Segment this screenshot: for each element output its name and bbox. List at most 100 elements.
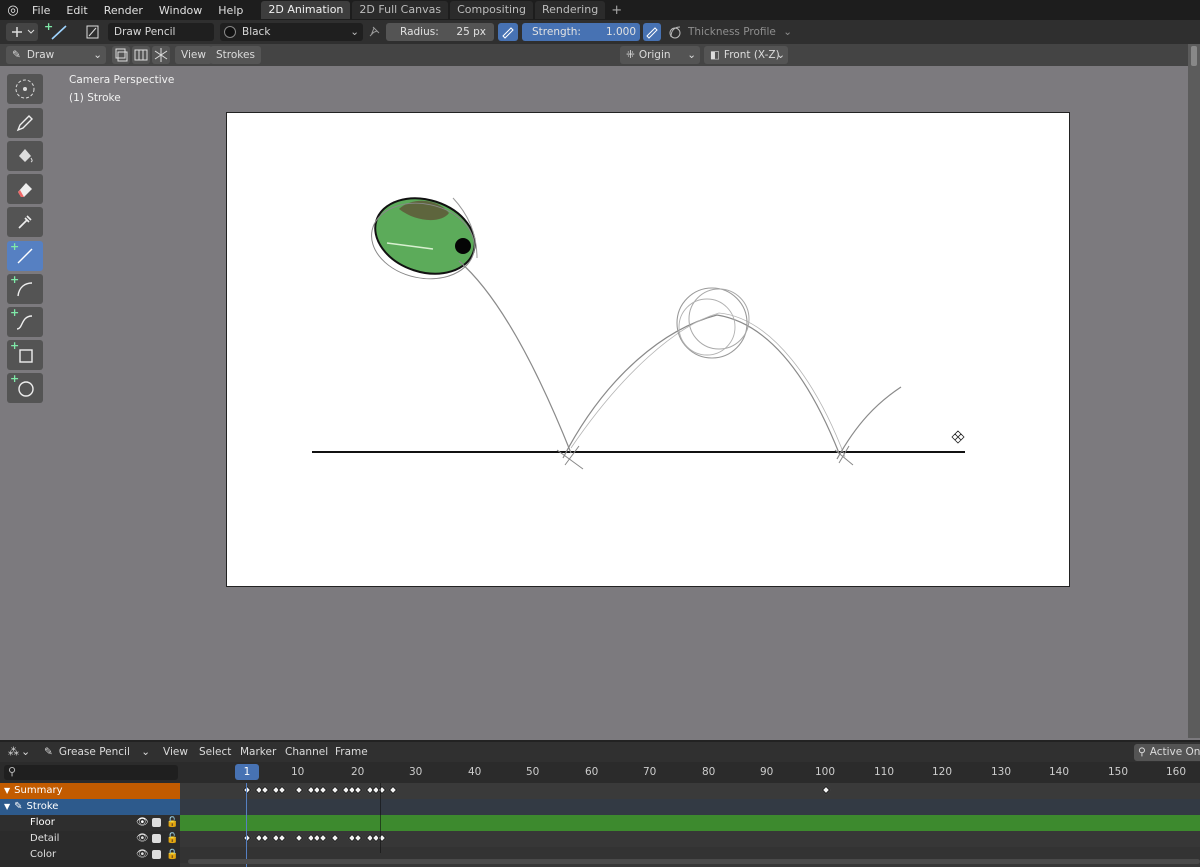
ds-menu-frame[interactable]: Frame: [335, 746, 368, 758]
keyframe[interactable]: [330, 833, 340, 843]
editor-type-selector[interactable]: ⁂ ⌄: [8, 745, 34, 761]
thickness-profile-menu[interactable]: Thickness Profile ⌄: [688, 23, 792, 41]
tab-2d-full-canvas[interactable]: 2D Full Canvas: [352, 1, 449, 19]
brush-name-field[interactable]: Draw Pencil: [108, 23, 214, 41]
keyframe[interactable]: [242, 785, 252, 795]
channel-layer-color[interactable]: Color 👁 🔒: [0, 847, 180, 863]
checkbox-icon[interactable]: [152, 850, 161, 859]
strength-value: 1.000: [605, 26, 636, 38]
tool-selector-button[interactable]: [6, 23, 38, 41]
unlock-icon[interactable]: 🔓: [166, 831, 178, 847]
channel-search-input[interactable]: ⚲: [4, 765, 178, 780]
tool-box[interactable]: +: [7, 339, 43, 370]
menu-file[interactable]: File: [24, 4, 58, 17]
keyframe[interactable]: [277, 833, 287, 843]
mode-selector[interactable]: ✎ Draw ⌄: [6, 46, 106, 64]
menu-render[interactable]: Render: [96, 4, 151, 17]
unlock-icon[interactable]: 🔓: [166, 815, 178, 831]
camera-frame-canvas[interactable]: [226, 112, 1070, 587]
menu-help[interactable]: Help: [210, 4, 251, 17]
channel-layer-detail[interactable]: Detail 👁 🔓: [0, 831, 180, 847]
keyframe[interactable]: [260, 785, 270, 795]
checkbox-icon[interactable]: [152, 834, 161, 843]
keyframe[interactable]: [318, 785, 328, 795]
view-menu[interactable]: View: [175, 46, 212, 64]
pressure-icon: [502, 27, 514, 39]
tool-select-box[interactable]: [7, 74, 43, 104]
viewport-side-scrollbar[interactable]: [1188, 44, 1200, 738]
current-frame-indicator[interactable]: 1: [235, 764, 259, 780]
blender-logo-icon[interactable]: ◎: [2, 3, 24, 18]
keyframe[interactable]: [821, 785, 831, 795]
ds-menu-marker[interactable]: Marker: [240, 746, 276, 758]
tool-arc[interactable]: +: [7, 273, 43, 304]
snap-toggle[interactable]: [152, 46, 170, 64]
scrollbar-thumb[interactable]: [1191, 46, 1197, 66]
tab-compositing[interactable]: Compositing: [450, 1, 534, 19]
tab-rendering[interactable]: Rendering: [535, 1, 606, 19]
search-icon: ⚲: [8, 765, 17, 778]
timeline-horizontal-scrollbar[interactable]: [188, 859, 1200, 864]
mode-grease-pencil-selector[interactable]: ✎ Grease Pencil ⌄: [40, 744, 152, 761]
timeline-ruler[interactable]: ⚲ 1 10 20 30 40 50 60 70 80 90 100 110 1…: [0, 762, 1200, 783]
eye-icon[interactable]: 👁: [136, 831, 149, 847]
eyedropper-icon: [18, 215, 32, 229]
channel-summary[interactable]: ▼ Summary: [0, 783, 180, 799]
ruler-tick-100: 100: [815, 766, 836, 778]
keyframe[interactable]: [294, 785, 304, 795]
checkbox-icon[interactable]: [152, 818, 161, 827]
tool-curve[interactable]: +: [7, 306, 43, 337]
plus-icon: +: [10, 306, 20, 319]
tab-2d-animation[interactable]: 2D Animation: [261, 1, 351, 19]
autolock-toggle[interactable]: [132, 46, 150, 64]
ds-menu-select[interactable]: Select: [199, 746, 231, 758]
keyframe[interactable]: [277, 785, 287, 795]
strokes-menu[interactable]: Strokes: [210, 46, 261, 64]
strength-slider[interactable]: Strength: 1.000: [522, 23, 640, 41]
eye-icon[interactable]: 👁: [136, 847, 149, 863]
tool-line[interactable]: +: [7, 240, 43, 271]
layer-label: Detail: [30, 833, 60, 844]
camera-perspective-label: Camera Perspective: [69, 74, 175, 86]
ruler-tick-50: 50: [526, 766, 540, 778]
tool-erase[interactable]: [7, 174, 43, 204]
ds-menu-channel[interactable]: Channel: [285, 746, 328, 758]
object-label: Stroke: [26, 801, 59, 812]
strength-pressure-toggle[interactable]: [643, 23, 661, 41]
radius-pressure-toggle[interactable]: [498, 23, 518, 41]
keyframe[interactable]: [388, 785, 398, 795]
origin-selector[interactable]: ⁜ Origin ⌄: [620, 46, 700, 64]
add-workspace-button[interactable]: +: [611, 3, 622, 18]
pin-icon[interactable]: [366, 24, 382, 40]
playhead-line[interactable]: [246, 783, 247, 867]
channel-layer-floor[interactable]: Floor 👁 🔓: [0, 815, 180, 831]
menu-window[interactable]: Window: [151, 4, 210, 17]
radius-slider[interactable]: Radius: 25 px: [386, 23, 494, 41]
strength-label: Strength:: [532, 26, 581, 38]
keyframe[interactable]: [318, 833, 328, 843]
lock-icon[interactable]: 🔒: [166, 847, 178, 863]
channel-object-stroke[interactable]: ▼ ✎ Stroke: [0, 799, 180, 815]
tool-draw[interactable]: [7, 108, 43, 138]
ds-menu-view[interactable]: View: [163, 746, 188, 758]
orientation-selector[interactable]: ◧ Front (X-Z) ⌄: [704, 46, 788, 64]
material-selector[interactable]: Black ⌄: [220, 23, 363, 41]
tool-fill[interactable]: [7, 141, 43, 171]
object-keyrow: [180, 799, 1200, 815]
menu-edit[interactable]: Edit: [58, 4, 95, 17]
multiframe-toggle[interactable]: [112, 46, 130, 64]
draw-tool-icon[interactable]: +: [44, 20, 72, 42]
keyframe[interactable]: [242, 833, 252, 843]
material-name: Black: [242, 26, 271, 38]
eye-icon[interactable]: 👁: [136, 815, 149, 831]
keyframe[interactable]: [353, 833, 363, 843]
dopesheet-header: ⁂ ⌄ ✎ Grease Pencil ⌄ View Select Marker C…: [0, 740, 1200, 762]
tool-circle[interactable]: +: [7, 372, 43, 403]
keyframe[interactable]: [353, 785, 363, 795]
keyframe[interactable]: [294, 833, 304, 843]
tool-tint[interactable]: [7, 207, 43, 237]
keyframe[interactable]: [330, 785, 340, 795]
keyframe[interactable]: [260, 833, 270, 843]
keyframe-area[interactable]: [180, 783, 1200, 867]
only-active-toggle[interactable]: ⚲ Active On: [1134, 744, 1200, 761]
